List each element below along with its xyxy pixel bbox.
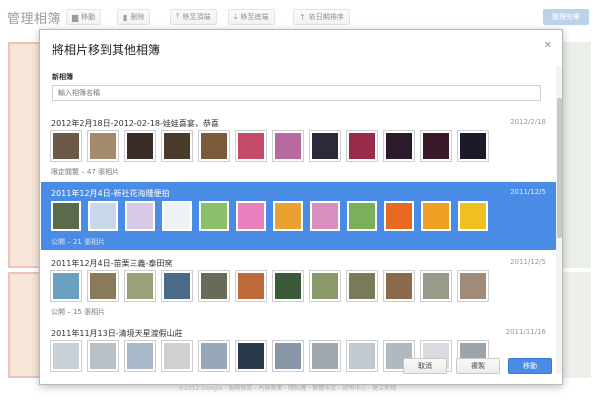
photo-thumbnail	[199, 201, 229, 231]
photo-thumbnail	[384, 271, 414, 301]
photo-thumbnail	[273, 131, 303, 161]
photo-thumbnail	[199, 341, 229, 371]
photo-thumbnail	[88, 201, 118, 231]
close-icon[interactable]: ✕	[544, 40, 552, 51]
photo-thumbnail	[125, 341, 155, 371]
album-title: 2011年11月13日-清境天星渡假山莊	[51, 329, 183, 338]
photo-thumbnail	[310, 131, 340, 161]
photo-thumbnail	[421, 271, 451, 301]
photo-thumbnail	[458, 271, 488, 301]
photo-thumbnail	[162, 131, 192, 161]
photo-thumbnail	[310, 341, 340, 371]
move-photos-dialog: 將相片移到其他相簿 ✕ 新相簿 2012年2月18日-2012-02-18-娃娃…	[39, 29, 563, 385]
album-thumbnails	[51, 131, 488, 161]
photo-thumbnail	[162, 341, 192, 371]
photo-thumbnail	[236, 271, 266, 301]
photo-thumbnail	[88, 341, 118, 371]
photo-thumbnail	[125, 271, 155, 301]
photo-thumbnail	[51, 341, 81, 371]
photo-thumbnail	[273, 271, 303, 301]
photo-thumbnail	[347, 271, 377, 301]
photo-thumbnail	[125, 131, 155, 161]
photo-thumbnail	[199, 131, 229, 161]
album-status: 公開 – 21 張相片	[51, 238, 106, 246]
photo-thumbnail	[310, 271, 340, 301]
cancel-button[interactable]: 取消	[403, 358, 447, 374]
scrollbar-thumb[interactable]	[557, 98, 562, 238]
photo-thumbnail	[51, 131, 81, 161]
dialog-title: 將相片移到其他相簿	[52, 43, 161, 57]
album-thumbnails	[51, 271, 488, 301]
album-date: 2011/11/16	[505, 328, 546, 336]
photo-thumbnail	[162, 271, 192, 301]
photo-thumbnail	[273, 341, 303, 371]
photo-thumbnail	[310, 201, 340, 231]
album-thumbnails	[51, 201, 488, 231]
photo-thumbnail	[421, 131, 451, 161]
photo-thumbnail	[347, 341, 377, 371]
photo-thumbnail	[51, 201, 81, 231]
photo-thumbnail	[458, 131, 488, 161]
photo-thumbnail	[125, 201, 155, 231]
photo-thumbnail	[384, 131, 414, 161]
photo-thumbnail	[347, 131, 377, 161]
photo-thumbnail	[88, 271, 118, 301]
album-row[interactable]: 2011年12月4日-苗栗三義-泰田窯 2011/12/5 公開 – 15 張相片	[41, 252, 556, 320]
photo-thumbnail	[273, 201, 303, 231]
album-title: 2011年12月4日-苗栗三義-泰田窯	[51, 259, 173, 268]
photo-thumbnail	[347, 201, 377, 231]
album-row[interactable]: 2012年2月18日-2012-02-18-娃娃喜宴，恭喜 2012/2/18 限定…	[41, 112, 556, 180]
album-date: 2011/12/5	[510, 258, 546, 266]
photo-thumbnail	[88, 131, 118, 161]
album-row[interactable]: 2011年12月4日-新社花海賤便拍 2011/12/5 公開 – 21 張相片	[41, 182, 556, 250]
photo-thumbnail	[236, 341, 266, 371]
photo-thumbnail	[199, 271, 229, 301]
photo-thumbnail	[236, 131, 266, 161]
new-album-input[interactable]	[52, 85, 541, 101]
move-button[interactable]: 移動	[508, 358, 552, 374]
photo-thumbnail	[162, 201, 192, 231]
album-title: 2012年2月18日-2012-02-18-娃娃喜宴，恭喜	[51, 119, 219, 128]
album-list-scrollbar[interactable]	[556, 66, 562, 374]
photo-thumbnail	[51, 271, 81, 301]
album-date: 2011/12/5	[510, 188, 546, 196]
photo-thumbnail	[458, 201, 488, 231]
album-status: 限定閱覽 – 47 張相片	[51, 168, 120, 176]
copy-button[interactable]: 複製	[456, 358, 500, 374]
album-title: 2011年12月4日-新社花海賤便拍	[51, 189, 170, 198]
photo-thumbnail	[236, 201, 266, 231]
album-date: 2012/2/18	[510, 118, 546, 126]
photo-thumbnail	[384, 201, 414, 231]
album-status: 公開 – 15 張相片	[51, 308, 106, 316]
new-album-label: 新相簿	[52, 73, 73, 81]
photo-thumbnail	[421, 201, 451, 231]
